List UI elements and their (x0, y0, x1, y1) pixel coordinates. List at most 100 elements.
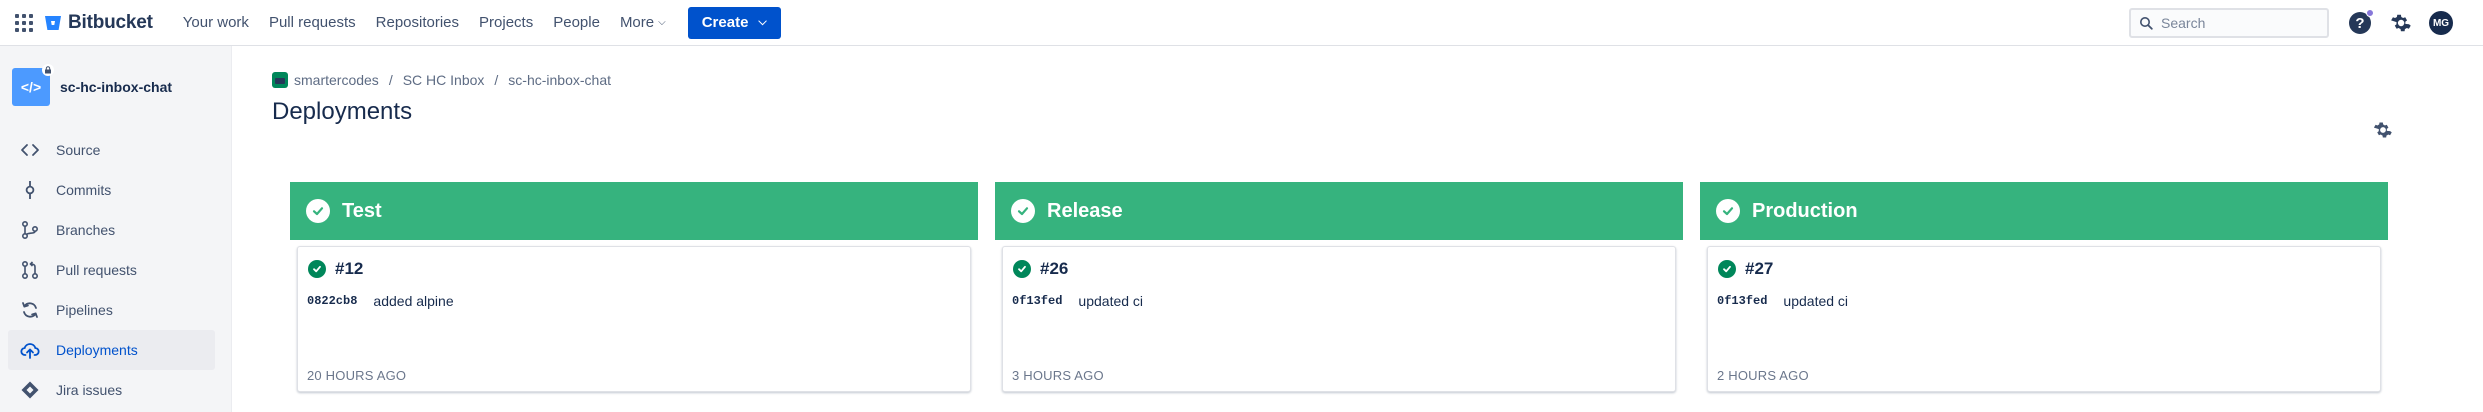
nav-pull-requests-label: Pull requests (268, 14, 356, 31)
repo-header[interactable]: </> sc-hc-inbox-chat (12, 64, 231, 106)
top-right-actions: ? MG (2129, 0, 2453, 46)
jira-icon (21, 381, 39, 399)
main-nav: Your work Pull requests Repositories Pro… (173, 0, 781, 46)
sidebar-item-label: Branches (56, 222, 116, 238)
deployment-card[interactable]: #26 0f13fed updated ci 3 HOURS AGO (1002, 246, 1676, 392)
code-icon (21, 144, 39, 156)
environment-name: Release (1047, 199, 1123, 222)
breadcrumb-repo[interactable]: sc-hc-inbox-chat (508, 72, 611, 88)
check-circle-icon (1011, 199, 1035, 223)
repository-sidebar: </> sc-hc-inbox-chat Source Commits Bran… (0, 46, 232, 412)
sidebar-item-jira-issues[interactable]: Jira issues (8, 370, 215, 410)
sidebar-item-commits[interactable]: Commits (8, 170, 215, 210)
success-icon (1013, 260, 1031, 278)
search-icon (2140, 17, 2153, 30)
help-icon[interactable]: ? (2349, 9, 2374, 34)
commit-icon (25, 181, 35, 199)
sidebar-item-label: Commits (56, 182, 112, 198)
app-switcher-icon[interactable] (14, 13, 34, 33)
nav-repositories-label: Repositories (375, 14, 460, 31)
environment-header[interactable]: Test (290, 182, 978, 240)
branch-icon (21, 220, 39, 240)
nav-people[interactable]: People (543, 0, 610, 46)
check-circle-icon (306, 199, 330, 223)
deployment-number[interactable]: #27 (1745, 259, 1773, 279)
success-icon (308, 260, 326, 278)
environment-header[interactable]: Release (995, 182, 1683, 240)
sidebar-item-branches[interactable]: Branches (8, 210, 215, 250)
bitbucket-logo[interactable]: Bitbucket (44, 12, 153, 34)
nav-your-work-label: Your work (182, 14, 249, 31)
deployment-number[interactable]: #26 (1040, 259, 1068, 279)
deployment-commit: 0f13fed updated ci (1717, 293, 1848, 309)
sidebar-item-deployments[interactable]: Deployments (8, 330, 215, 370)
deployment-number[interactable]: #12 (335, 259, 363, 279)
nav-people-label: People (553, 14, 600, 31)
lock-icon (42, 64, 54, 76)
breadcrumb-workspace[interactable]: smartercodes (294, 72, 379, 88)
sidebar-item-pull-requests[interactable]: Pull requests (8, 250, 215, 290)
commit-hash[interactable]: 0f13fed (1012, 294, 1062, 308)
create-button-label: Create (701, 14, 749, 31)
commit-message: updated ci (1783, 293, 1849, 309)
workspace-icon (272, 72, 288, 88)
sidebar-item-pipelines[interactable]: Pipelines (8, 290, 215, 330)
deployment-time: 20 HOURS AGO (307, 368, 407, 383)
sidebar-nav: Source Commits Branches Pull requests Pi… (0, 130, 231, 410)
pull-request-icon (21, 260, 39, 280)
sidebar-item-label: Pull requests (56, 262, 137, 278)
deployments-icon (20, 343, 40, 359)
sidebar-item-label: Jira issues (56, 382, 123, 398)
app-name: Bitbucket (68, 11, 153, 33)
breadcrumb-separator: / (388, 72, 393, 88)
deployment-settings-button[interactable] (2366, 114, 2398, 146)
breadcrumb-separator: / (494, 72, 499, 88)
breadcrumb-project[interactable]: SC HC Inbox (403, 72, 485, 88)
nav-more[interactable]: More ⌵ (610, 0, 676, 46)
search-input[interactable] (2161, 15, 2321, 31)
search-box[interactable] (2129, 8, 2329, 38)
deployment-card[interactable]: #12 0822cb8 added alpine 20 HOURS AGO (297, 246, 971, 392)
bitbucket-icon (45, 15, 61, 30)
environment-column-release: Release #26 0f13fed updated ci 3 HOURS A… (995, 182, 1683, 392)
environment-name: Production (1752, 199, 1858, 222)
commit-hash[interactable]: 0822cb8 (307, 294, 357, 308)
deployment-status: #26 (1013, 259, 1068, 279)
sidebar-item-label: Source (56, 142, 101, 158)
create-button[interactable]: Create ⌵ (687, 6, 781, 39)
nav-projects[interactable]: Projects (469, 0, 543, 46)
settings-gear-icon[interactable] (2389, 12, 2411, 34)
repo-avatar: </> (12, 64, 54, 106)
nav-your-work[interactable]: Your work (173, 0, 259, 46)
deployment-time: 3 HOURS AGO (1012, 368, 1104, 383)
main-content: smartercodes / SC HC Inbox / sc-hc-inbox… (232, 46, 2483, 412)
nav-pull-requests[interactable]: Pull requests (259, 0, 366, 46)
nav-repositories[interactable]: Repositories (366, 0, 469, 46)
chevron-down-icon: ⌵ (758, 16, 767, 28)
repo-name: sc-hc-inbox-chat (60, 79, 173, 95)
deployment-commit: 0f13fed updated ci (1012, 293, 1143, 309)
breadcrumb: smartercodes / SC HC Inbox / sc-hc-inbox… (272, 72, 611, 88)
environment-column-test: Test #12 0822cb8 added alpine 20 HOURS A… (290, 182, 978, 392)
commit-hash[interactable]: 0f13fed (1717, 294, 1767, 308)
environment-name: Test (342, 199, 382, 222)
sidebar-item-label: Deployments (56, 342, 138, 358)
check-circle-icon (1716, 199, 1740, 223)
deployment-card[interactable]: #27 0f13fed updated ci 2 HOURS AGO (1707, 246, 2381, 392)
deployment-time: 2 HOURS AGO (1717, 368, 1809, 383)
deployment-status: #27 (1718, 259, 1773, 279)
page-title: Deployments (272, 98, 413, 125)
top-navigation-bar: Bitbucket Your work Pull requests Reposi… (0, 0, 2483, 46)
chevron-down-icon: ⌵ (658, 17, 666, 28)
sidebar-item-label: Pipelines (56, 302, 113, 318)
environment-header[interactable]: Production (1700, 182, 2388, 240)
notification-dot (2366, 9, 2374, 17)
user-avatar[interactable]: MG (2429, 11, 2453, 35)
success-icon (1718, 260, 1736, 278)
commit-message: updated ci (1078, 293, 1144, 309)
sidebar-item-source[interactable]: Source (8, 130, 215, 170)
environment-columns: Test #12 0822cb8 added alpine 20 HOURS A… (290, 182, 2390, 392)
environment-column-production: Production #27 0f13fed updated ci 2 HOUR… (1700, 182, 2388, 392)
nav-projects-label: Projects (479, 14, 534, 31)
gear-icon (2373, 122, 2392, 138)
